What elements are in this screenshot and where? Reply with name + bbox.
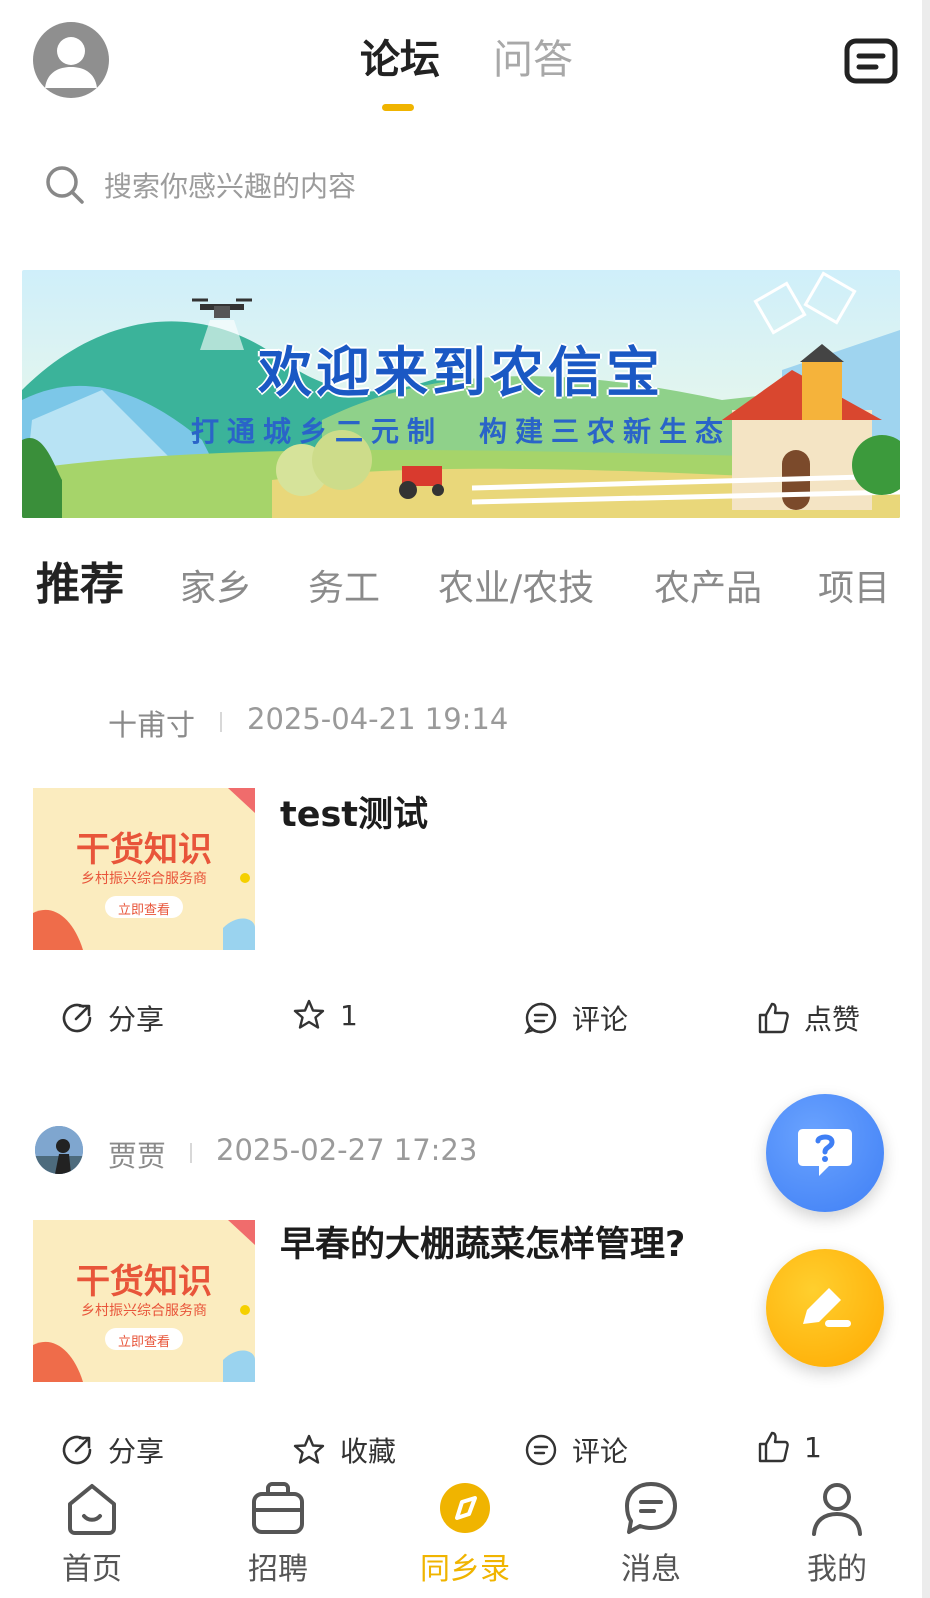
post-thumbnail[interactable]: 干货知识 乡村振兴综合服务商 立即查看 [33,1220,255,1382]
search-input[interactable] [104,164,864,208]
share-icon [62,1003,92,1033]
favorite-count: 1 [340,998,358,1032]
nav-home-label: 首页 [62,1552,122,1587]
nav-hometown-directory[interactable]: 同乡录 [390,1468,540,1588]
comment-label: 评论 [572,1003,629,1036]
post-author[interactable]: 十甫寸 [108,702,195,744]
bottom-nav: 首页 招聘 同乡录 消息 我的 [0,1468,922,1598]
share-icon [62,1435,92,1465]
right-edge [922,0,930,1598]
thumbnail-title: 干货知识 [76,1262,212,1302]
post-title[interactable]: test测试 [280,786,428,837]
user-icon [812,1483,862,1536]
briefcase-icon [252,1482,304,1534]
nav-profile[interactable]: 我的 [762,1468,912,1588]
tab-qa[interactable]: 问答 [493,34,573,86]
like-count: 1 [804,1430,822,1464]
post-thumbnail[interactable]: 干货知识 乡村振兴综合服务商 立即查看 [33,788,255,950]
banner-title: 欢迎来到农信宝 [258,341,664,404]
comment-icon [525,1434,557,1466]
question-bubble-icon [798,1129,852,1176]
post-author[interactable]: 贾贾 [108,1133,166,1175]
comment-button[interactable]: 评论 [524,1430,628,1470]
category-farm-products[interactable]: 农产品 [654,566,762,612]
thumbnail-subtitle: 乡村振兴综合服务商 [81,1303,207,1319]
favorite-button[interactable]: 1 [292,998,358,1032]
nav-messages-label: 消息 [621,1552,681,1587]
edit-icon [803,1288,851,1327]
category-agriculture[interactable]: 农业/农技 [438,566,594,612]
category-recommend[interactable]: 推荐 [36,562,124,608]
nav-messages[interactable]: 消息 [576,1468,726,1588]
nav-hometown-directory-label: 同乡录 [420,1552,510,1587]
active-tab-indicator [382,104,414,111]
thumbnail-title: 干货知识 [76,830,212,870]
thumbs-up-icon [758,1002,789,1034]
category-projects[interactable]: 项目 [818,566,890,612]
ask-question-button[interactable] [766,1094,884,1212]
share-label: 分享 [108,1003,165,1036]
comment-icon [524,1002,557,1035]
share-button[interactable]: 分享 [60,1430,164,1470]
nav-home[interactable]: 首页 [17,1468,167,1588]
thumbnail-subtitle: 乡村振兴综合服务商 [81,871,207,887]
search-icon [44,164,86,206]
user-avatar[interactable] [33,22,109,98]
share-label: 分享 [108,1435,165,1468]
category-work[interactable]: 务工 [308,566,380,612]
banner-subtitle: 打通城乡二元制 构建三农新生态 [190,415,731,448]
favorite-label: 收藏 [340,1435,397,1468]
nav-recruit[interactable]: 招聘 [203,1468,353,1588]
tab-forum[interactable]: 论坛 [360,34,440,86]
post-time: 2025-04-21 19:14 [247,702,509,736]
home-icon [68,1484,116,1535]
comment-button[interactable]: 评论 [524,998,628,1038]
meta-divider [220,712,222,732]
like-label: 点赞 [804,1003,861,1036]
compass-icon [440,1483,490,1533]
welcome-banner[interactable]: 欢迎来到农信宝 打通城乡二元制 构建三农新生态 [22,270,900,518]
share-button[interactable]: 分享 [60,998,164,1038]
thumbnail-button: 立即查看 [117,903,170,918]
meta-divider [190,1143,192,1163]
star-icon [293,1434,325,1464]
thumbs-up-icon [758,1431,789,1463]
like-button[interactable]: 点赞 [756,998,860,1038]
thumbnail-button: 立即查看 [117,1335,170,1350]
post-author-avatar[interactable] [35,1126,83,1174]
write-post-button[interactable] [766,1249,884,1367]
avatar-placeholder-icon [45,37,97,88]
menu-icon[interactable] [844,38,898,84]
comment-label: 评论 [572,1435,629,1468]
message-icon [625,1482,677,1534]
nav-recruit-label: 招聘 [248,1552,308,1587]
like-button[interactable]: 1 [756,1430,822,1464]
star-icon [293,999,325,1029]
nav-profile-label: 我的 [807,1552,867,1587]
category-hometown[interactable]: 家乡 [180,566,252,612]
favorite-button[interactable]: 收藏 [292,1430,396,1470]
post-time: 2025-02-27 17:23 [216,1133,478,1167]
post-title[interactable]: 早春的大棚蔬菜怎样管理? [280,1216,685,1267]
